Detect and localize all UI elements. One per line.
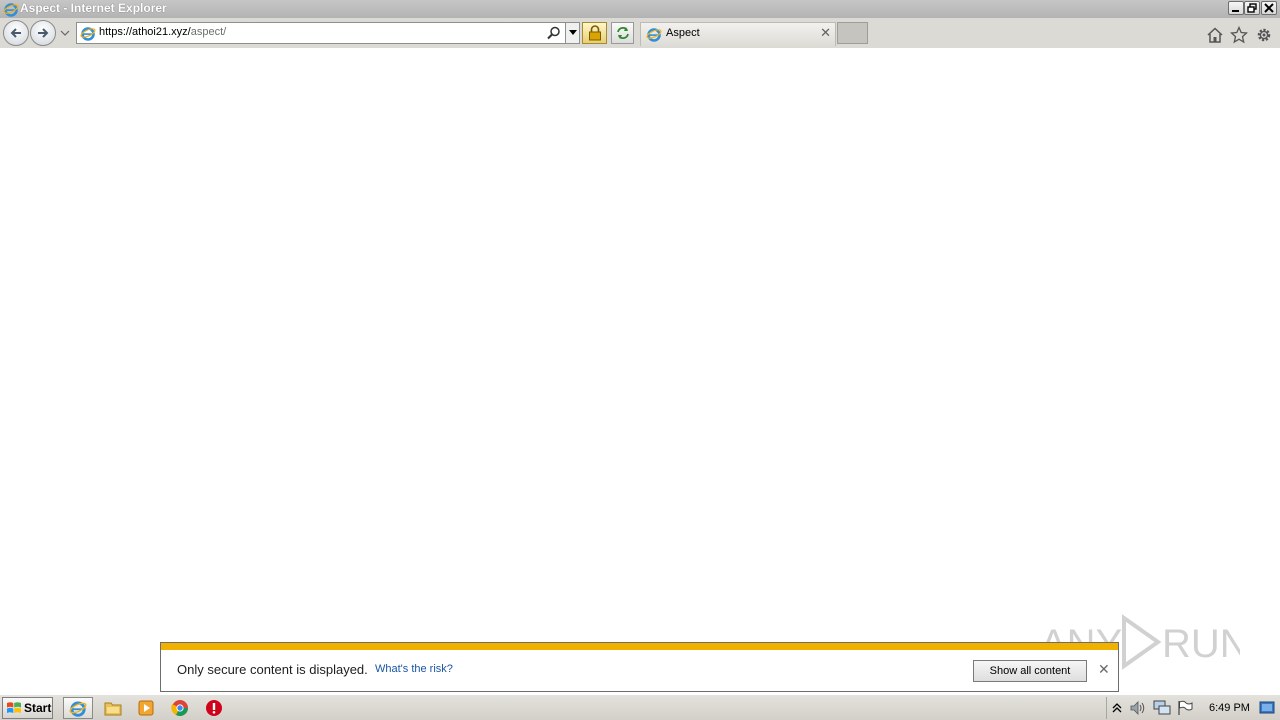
show-all-content-button[interactable]: Show all content [973,660,1087,682]
taskbar-clock[interactable]: 6:49 PM [1209,702,1250,714]
system-tray: 6:49 PM [1106,697,1280,719]
taskbar-media-player[interactable] [131,697,161,719]
title-bar: Aspect - Internet Explorer [0,0,1280,18]
address-bar[interactable]: https://athoi21.xyz/aspect/ [76,22,580,44]
taskbar-file-explorer[interactable] [98,697,128,719]
minimize-button[interactable] [1228,1,1244,15]
tab-label: Aspect [666,27,700,39]
watermark-text-run: RUN [1162,622,1240,666]
notification-stripe [161,643,1118,650]
internet-explorer-icon [69,701,87,717]
triangle-down-icon [568,30,577,35]
whats-the-risk-link[interactable]: What's the risk? [375,663,453,675]
action-center-flag-icon[interactable] [1177,700,1193,716]
home-icon[interactable] [1206,26,1224,44]
minimize-icon [1232,10,1239,12]
back-button[interactable] [3,20,29,46]
windows-logo-icon [7,702,21,713]
favorites-star-icon[interactable] [1230,26,1248,44]
window-title: Aspect - Internet Explorer [20,1,167,15]
taskbar: Start 6:49 PM [0,694,1280,720]
refresh-button[interactable] [611,22,634,44]
close-window-button[interactable] [1261,1,1277,15]
url-host: https://athoi21.xyz/ [99,26,191,38]
start-button[interactable]: Start [2,697,53,719]
new-tab-button[interactable] [837,22,868,44]
lock-icon [588,25,601,41]
address-url[interactable]: https://athoi21.xyz/aspect/ [99,26,226,38]
chevron-down-icon[interactable] [60,30,70,38]
chevron-up-icon[interactable] [1112,701,1122,713]
search-icon[interactable] [547,26,561,40]
ie-page-icon [646,28,662,42]
tab-aspect[interactable]: Aspect ✕ [640,22,836,46]
security-lock-button[interactable] [582,22,607,44]
gear-icon[interactable] [1255,26,1273,44]
network-icon[interactable] [1153,700,1171,716]
arrow-right-icon [38,28,49,38]
arrow-left-icon [10,28,21,38]
taskbar-chrome[interactable] [165,697,195,719]
start-label: Start [24,701,52,715]
ie-page-icon [80,27,96,41]
close-notification-icon[interactable]: ✕ [1098,662,1110,678]
address-dropdown-button[interactable] [565,23,579,43]
screen: Aspect - Internet Explorer https://athoi… [0,0,1280,720]
media-player-icon [138,700,154,716]
taskbar-opera[interactable] [199,697,229,719]
close-tab-icon[interactable]: ✕ [820,26,831,41]
notification-message: Only secure content is displayed. [177,662,368,677]
url-path: aspect/ [190,26,227,38]
show-desktop-icon[interactable] [1259,701,1275,715]
ie-logo-icon [3,3,19,17]
mixed-content-notification-bar: Only secure content is displayed. What's… [160,642,1119,692]
taskbar-internet-explorer[interactable] [63,697,93,719]
opera-icon [206,700,222,716]
restore-button[interactable] [1244,1,1260,15]
forward-button[interactable] [30,20,56,46]
chrome-icon [171,700,188,716]
restore-icon [1247,3,1257,13]
navigation-bar: https://athoi21.xyz/aspect/ Aspect ✕ [0,18,1280,48]
refresh-icon [616,27,629,39]
folder-icon [104,702,122,716]
close-icon [1264,3,1274,13]
speaker-icon[interactable] [1129,700,1147,716]
